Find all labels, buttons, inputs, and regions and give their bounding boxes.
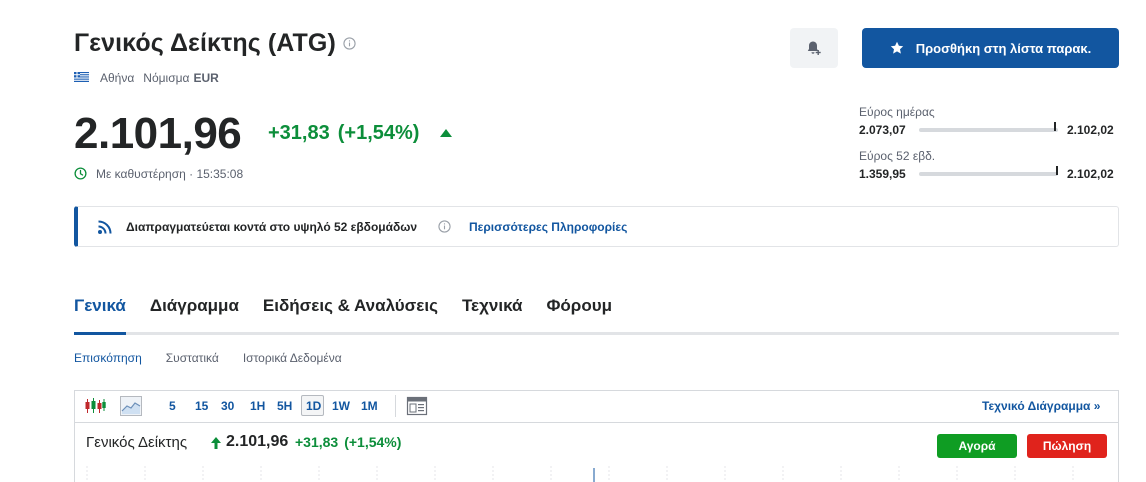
day-range-high: 2.102,02 bbox=[1067, 123, 1114, 137]
timeframe-5h[interactable]: 5H bbox=[277, 399, 292, 413]
tabs-divider bbox=[74, 332, 1119, 335]
delay-status: Με καθυστέρηση · 15:35:08 bbox=[96, 167, 244, 181]
star-icon bbox=[890, 41, 903, 54]
change-value: +31,83 bbox=[268, 122, 330, 144]
chart-change-value: +31,83 bbox=[295, 434, 339, 450]
sell-button[interactable]: Πώληση bbox=[1027, 434, 1107, 458]
currency-value: EUR bbox=[193, 71, 219, 85]
table-view-icon[interactable] bbox=[406, 396, 428, 416]
page-title: Γενικός Δείκτης (ATG) bbox=[74, 29, 336, 57]
clock-icon bbox=[74, 167, 87, 180]
up-arrow-icon bbox=[211, 437, 221, 449]
technical-chart-link[interactable]: Τεχνικό Διάγραμμα » bbox=[982, 399, 1100, 413]
main-tabs: Γενικά Διάγραμμα Ειδήσεις & Αναλύσεις Τε… bbox=[74, 296, 636, 316]
candlestick-icon[interactable] bbox=[84, 396, 106, 416]
info-icon[interactable] bbox=[438, 220, 451, 233]
week52-range-label: Εύρος 52 εβδ. bbox=[859, 149, 936, 163]
toolbar-divider bbox=[395, 395, 396, 417]
chart-price: 2.101,96 bbox=[226, 433, 289, 450]
currency-label: Νόμισμα bbox=[143, 71, 190, 85]
last-price: 2.101,96 bbox=[74, 109, 242, 158]
week52-range-low: 1.359,95 bbox=[859, 167, 906, 181]
info-icon[interactable] bbox=[343, 37, 356, 50]
tab-general[interactable]: Γενικά bbox=[74, 296, 126, 316]
change-percent: (+1,54%) bbox=[337, 122, 420, 144]
timeframe-1w[interactable]: 1W bbox=[332, 399, 350, 413]
exchange-name: Αθήνα bbox=[100, 71, 135, 85]
watchlist-label: Προσθήκη στη λίστα παρακ. bbox=[915, 40, 1092, 56]
buy-button[interactable]: Αγορά bbox=[937, 434, 1017, 458]
active-tab-indicator bbox=[74, 332, 126, 335]
day-range-marker bbox=[1054, 122, 1057, 131]
chart-change: +31,83 (+1,54%) bbox=[295, 434, 401, 450]
timeframe-30[interactable]: 30 bbox=[221, 399, 234, 413]
banner-text: Διαπραγματεύεται κοντά στο υψηλό 52 εβδο… bbox=[126, 220, 418, 234]
signal-icon bbox=[98, 220, 112, 234]
subtab-historical-data[interactable]: Ιστορικά Δεδομένα bbox=[243, 351, 342, 365]
tab-chart[interactable]: Διάγραμμα bbox=[150, 296, 239, 316]
week52-range-bar bbox=[919, 172, 1058, 176]
timeframe-15[interactable]: 15 bbox=[195, 399, 208, 413]
greek-flag-icon bbox=[74, 72, 89, 82]
subtab-overview[interactable]: Επισκόπηση bbox=[74, 351, 142, 365]
day-range-low: 2.073,07 bbox=[859, 123, 906, 137]
chart-grid bbox=[86, 466, 1074, 482]
timeframe-5[interactable]: 5 bbox=[169, 399, 176, 413]
up-arrow-icon bbox=[440, 129, 452, 137]
day-range-label: Εύρος ημέρας bbox=[859, 105, 935, 119]
week52-range-marker bbox=[1055, 166, 1058, 175]
subtab-components[interactable]: Συστατικά bbox=[166, 351, 219, 365]
price-change: +31,83 (+1,54%) bbox=[268, 122, 419, 145]
tab-news-analysis[interactable]: Ειδήσεις & Αναλύσεις bbox=[263, 296, 438, 316]
tab-forum[interactable]: Φόρουμ bbox=[546, 296, 612, 316]
chart-change-percent: (+1,54%) bbox=[344, 434, 402, 450]
bell-plus-icon bbox=[807, 41, 821, 55]
exchange-meta: Αθήνα Νόμισμα EUR bbox=[100, 71, 219, 85]
tab-technical[interactable]: Τεχνικά bbox=[462, 296, 523, 316]
sub-tabs: Επισκόπηση Συστατικά Ιστορικά Δεδομένα bbox=[74, 351, 366, 365]
more-info-link[interactable]: Περισσότερες Πληροφορίες bbox=[469, 220, 627, 234]
day-range-bar bbox=[919, 128, 1058, 132]
timeframe-1h[interactable]: 1H bbox=[250, 399, 265, 413]
timeframe-1d[interactable]: 1D bbox=[306, 399, 321, 413]
area-chart-icon[interactable] bbox=[120, 396, 142, 416]
add-to-watchlist-button[interactable]: Προσθήκη στη λίστα παρακ. bbox=[862, 28, 1119, 68]
timeframe-1m[interactable]: 1M bbox=[361, 399, 378, 413]
create-alert-button[interactable] bbox=[790, 28, 838, 68]
week52-range-high: 2.102,02 bbox=[1067, 167, 1114, 181]
chart-instrument-name: Γενικός Δείκτης bbox=[86, 434, 188, 451]
